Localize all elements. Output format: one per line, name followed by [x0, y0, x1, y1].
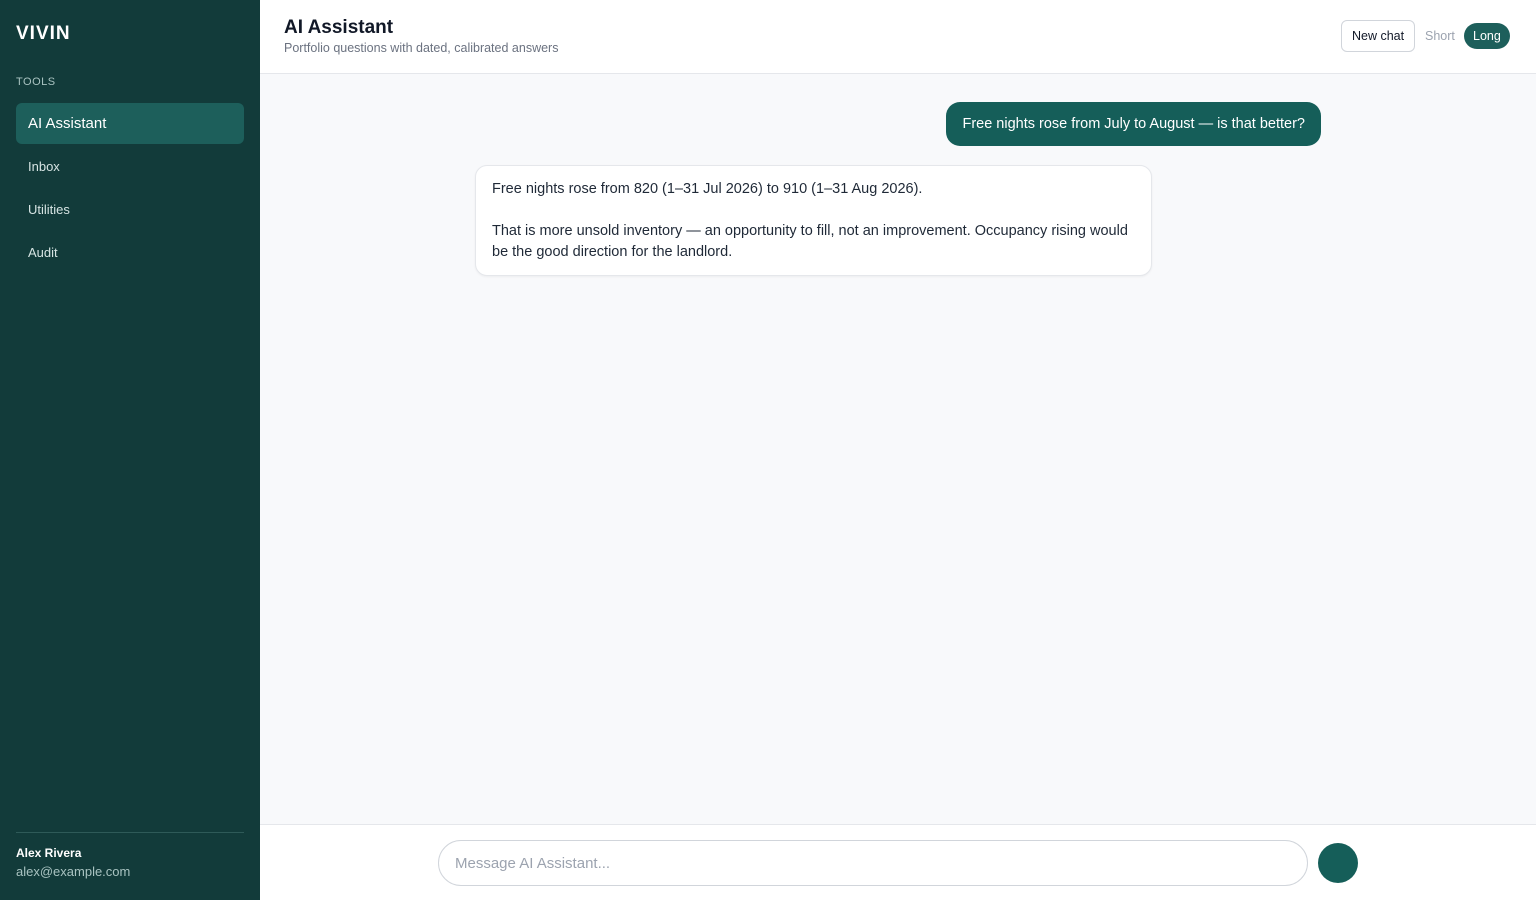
page-title: AI Assistant [284, 17, 394, 38]
user-message: Free nights rose from July to August — i… [946, 102, 1321, 146]
composer [260, 824, 1536, 900]
assistant-message-paragraph: That is more unsold inventory — an oppor… [492, 223, 1128, 260]
page-subtitle: Portfolio questions with dated, calibrat… [284, 41, 559, 55]
sidebar-item-inbox[interactable]: Inbox [16, 146, 244, 187]
send-button[interactable] [1318, 843, 1358, 883]
user-name: Alex Rivera [16, 846, 82, 860]
tools-section-label: TOOLS [16, 76, 56, 88]
sidebar-item-utilities[interactable]: Utilities [16, 189, 244, 230]
user-email: alex@example.com [16, 864, 131, 879]
new-chat-button[interactable]: New chat [1341, 20, 1416, 52]
sidebar: VIVIN TOOLS AI Assistant Inbox Utilities… [0, 0, 260, 900]
brand-logo[interactable]: VIVIN [16, 23, 71, 45]
chat-thread: Free nights rose from July to August — i… [260, 74, 1536, 824]
sidebar-nav: AI Assistant Inbox Utilities Audit [16, 103, 244, 275]
sidebar-divider [16, 832, 244, 833]
assistant-message: Free nights rose from 820 (1–31 Jul 2026… [475, 165, 1152, 276]
length-toggle-long[interactable]: Long [1464, 23, 1510, 49]
sidebar-item-ai-assistant[interactable]: AI Assistant [16, 103, 244, 144]
length-toggle-short[interactable]: Short [1420, 23, 1460, 49]
assistant-message-paragraph: Free nights rose from 820 (1–31 Jul 2026… [492, 181, 923, 197]
page-header: AI Assistant Portfolio questions with da… [260, 0, 1536, 74]
sidebar-item-audit[interactable]: Audit [16, 232, 244, 273]
message-input[interactable] [438, 840, 1308, 886]
